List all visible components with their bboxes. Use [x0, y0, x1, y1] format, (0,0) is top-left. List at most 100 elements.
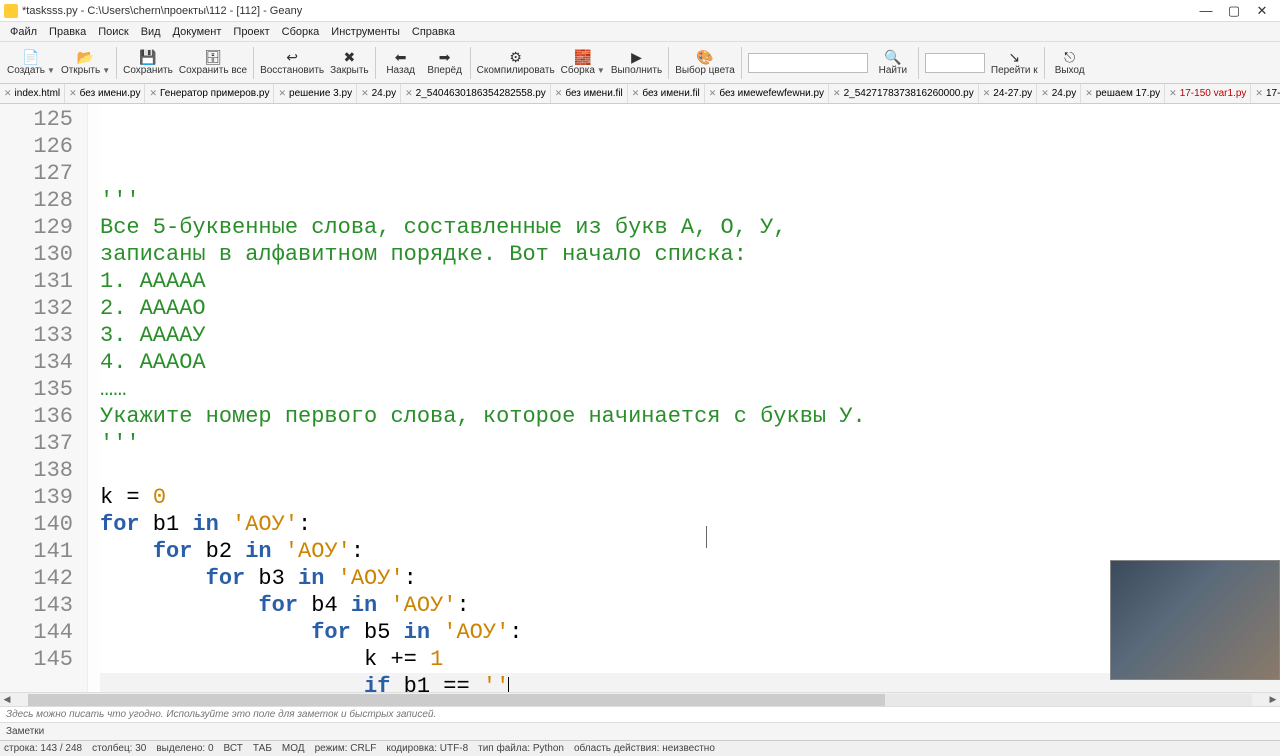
notes-panel-tab[interactable]: Заметки: [0, 722, 1280, 740]
close-icon[interactable]: ✕: [1085, 88, 1093, 99]
menu-справка[interactable]: Справка: [406, 24, 461, 40]
code-editor[interactable]: '''Все 5-буквенные слова, составленные и…: [100, 104, 1280, 692]
close-icon[interactable]: ✕: [149, 88, 157, 99]
code-line[interactable]: 1. ААААА: [100, 268, 1280, 295]
code-line[interactable]: ''': [100, 430, 1280, 457]
toolbar-скомпилировать[interactable]: ⚙Скомпилировать: [474, 44, 558, 82]
toolbar-сохранить все[interactable]: 🗄Сохранить все: [176, 44, 250, 82]
close-icon[interactable]: ✕: [69, 88, 77, 99]
code-line[interactable]: Укажите номер первого слова, которое нач…: [100, 403, 1280, 430]
toolbar-закрыть[interactable]: ✖Закрыть: [327, 44, 372, 82]
close-icon[interactable]: ✕: [4, 88, 12, 99]
tab-index.html[interactable]: ✕index.html: [0, 84, 65, 103]
menu-проект[interactable]: Проект: [227, 24, 275, 40]
code-line[interactable]: 4. АААОА: [100, 349, 1280, 376]
tab-17-150 va.py[interactable]: ✕17-150 va.py: [1251, 84, 1280, 103]
tab-решение 3.py[interactable]: ✕решение 3.py: [274, 84, 357, 103]
close-icon[interactable]: ✕: [1169, 88, 1177, 99]
code-line[interactable]: 2. ААААО: [100, 295, 1280, 322]
close-icon[interactable]: ✕: [833, 88, 841, 99]
menu-правка[interactable]: Правка: [43, 24, 92, 40]
horizontal-scrollbar[interactable]: ◀ ▶: [0, 692, 1280, 706]
scrollbar-track[interactable]: [28, 694, 1252, 706]
menu-файл[interactable]: Файл: [4, 24, 43, 40]
toolbar-вперёд[interactable]: ➡Вперёд: [423, 44, 467, 82]
code-line[interactable]: [100, 457, 1280, 484]
toolbar-перейти к[interactable]: ↘Перейти к: [988, 44, 1041, 82]
goto-line-input[interactable]: [925, 53, 985, 73]
toolbar-separator: [1044, 47, 1045, 79]
toolbar-сохранить[interactable]: 💾Сохранить: [120, 44, 176, 82]
tab-17-150 var1.py[interactable]: ✕17-150 var1.py: [1165, 84, 1251, 103]
tab-24.py[interactable]: ✕24.py: [357, 84, 401, 103]
toolbar-открыть[interactable]: 📂Открыть▼: [58, 44, 113, 82]
toolbar-сборка[interactable]: 🧱Сборка▼: [558, 44, 608, 82]
tab-без имеwefewfеwни.py[interactable]: ✕без имеwefewfеwни.py: [705, 84, 829, 103]
code-line[interactable]: ''': [100, 187, 1280, 214]
code-line[interactable]: for b4 in 'АОУ':: [100, 592, 1280, 619]
toolbar-назад[interactable]: ⬅Назад: [379, 44, 423, 82]
close-icon[interactable]: ✕: [555, 88, 563, 99]
code-line[interactable]: 3. ААААУ: [100, 322, 1280, 349]
close-button[interactable]: ✕: [1248, 1, 1276, 21]
tab-24.py[interactable]: ✕24.py: [1037, 84, 1081, 103]
close-icon[interactable]: ✕: [405, 88, 413, 99]
line-number: 135: [0, 376, 73, 403]
code-line[interactable]: for b5 in 'АОУ':: [100, 619, 1280, 646]
tab-без имени.fil[interactable]: ✕без имени.fil: [551, 84, 628, 103]
tab-решаем 17.py[interactable]: ✕решаем 17.py: [1081, 84, 1165, 103]
editor-area: 1251261271281291301311321331341351361371…: [0, 104, 1280, 692]
close-icon[interactable]: ✕: [1255, 88, 1263, 99]
search-input[interactable]: [748, 53, 868, 73]
close-icon[interactable]: ✕: [361, 88, 369, 99]
line-number: 141: [0, 538, 73, 565]
code-line[interactable]: записаны в алфавитном порядке. Вот начал…: [100, 241, 1280, 268]
tab-2_5404630186354282558.py[interactable]: ✕2_5404630186354282558.py: [401, 84, 551, 103]
menu-сборка[interactable]: Сборка: [276, 24, 326, 40]
close-icon[interactable]: ✕: [709, 88, 717, 99]
maximize-button[interactable]: ▢: [1220, 1, 1248, 21]
code-line[interactable]: for b1 in 'АОУ':: [100, 511, 1280, 538]
tab-без имени.py[interactable]: ✕без имени.py: [65, 84, 145, 103]
scroll-right-icon[interactable]: ▶: [1266, 694, 1280, 705]
toolbar-выбор цвета[interactable]: 🎨Выбор цвета: [672, 44, 738, 82]
close-icon[interactable]: ✕: [278, 88, 286, 99]
scrollbar-thumb[interactable]: [28, 694, 885, 706]
toolbar-найти[interactable]: 🔍Найти: [871, 44, 915, 82]
toolbar-восстановить[interactable]: ↩Восстановить: [257, 44, 327, 82]
close-icon[interactable]: ✕: [1041, 88, 1049, 99]
line-number: 127: [0, 160, 73, 187]
code-line[interactable]: if b1 == '': [100, 673, 1280, 692]
close-icon[interactable]: ✕: [632, 88, 640, 99]
minimize-button[interactable]: —: [1192, 1, 1220, 21]
menu-инструменты[interactable]: Инструменты: [325, 24, 406, 40]
code-line[interactable]: Все 5-буквенные слова, составленные из б…: [100, 214, 1280, 241]
code-line[interactable]: k += 1: [100, 646, 1280, 673]
line-number: 140: [0, 511, 73, 538]
tab-24-27.py[interactable]: ✕24-27.py: [979, 84, 1037, 103]
code-line[interactable]: k = 0: [100, 484, 1280, 511]
line-number: 138: [0, 457, 73, 484]
toolbar-создать[interactable]: 📄Создать▼: [4, 44, 58, 82]
toolbar-label: Выход: [1055, 65, 1085, 76]
code-line[interactable]: for b3 in 'АОУ':: [100, 565, 1280, 592]
scratch-input[interactable]: [6, 709, 1274, 720]
fold-column[interactable]: [88, 104, 100, 692]
menu-документ[interactable]: Документ: [167, 24, 228, 40]
Сборка-icon: 🧱: [574, 49, 591, 65]
close-icon[interactable]: ✕: [983, 88, 991, 99]
scroll-left-icon[interactable]: ◀: [0, 694, 14, 705]
tab-без имени.fil[interactable]: ✕без имени.fil: [628, 84, 705, 103]
toolbar-выход[interactable]: ⎋Выход: [1048, 44, 1092, 82]
tab-Генератор примеров.py[interactable]: ✕Генератор примеров.py: [145, 84, 274, 103]
toolbar-выполнить[interactable]: ▶Выполнить: [608, 44, 665, 82]
toolbar-label: Выполнить: [611, 65, 662, 76]
code-line[interactable]: ……: [100, 376, 1280, 403]
menu-поиск[interactable]: Поиск: [92, 24, 134, 40]
status-col: столбец: 30: [92, 743, 146, 754]
menu-вид[interactable]: Вид: [135, 24, 167, 40]
toolbar-separator: [741, 47, 742, 79]
code-line[interactable]: for b2 in 'АОУ':: [100, 538, 1280, 565]
toolbar-label: Сборка▼: [561, 65, 605, 76]
tab-2_5427178373816260000.py[interactable]: ✕2_5427178373816260000.py: [829, 84, 979, 103]
